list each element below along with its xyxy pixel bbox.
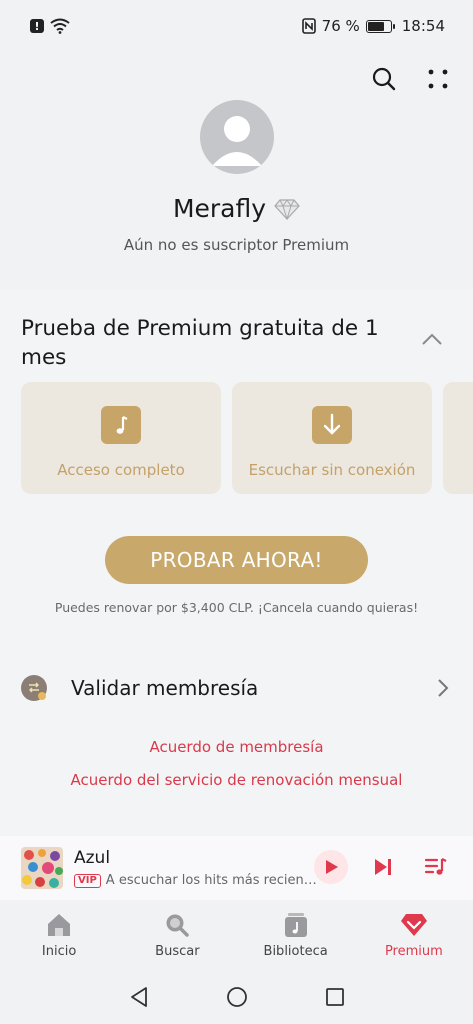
premium-diamond-icon: [400, 914, 427, 936]
vip-badge: VIP: [74, 873, 101, 888]
tab-biblioteca[interactable]: Biblioteca: [237, 900, 355, 970]
queue-icon[interactable]: [424, 856, 448, 878]
battery-percent: 76 %: [321, 17, 360, 35]
membership-swap-icon: [21, 675, 47, 701]
try-now-button[interactable]: PROBAR AHORA!: [105, 536, 368, 584]
benefit-card-full-access[interactable]: Acceso completo: [21, 382, 221, 494]
back-icon[interactable]: [128, 986, 150, 1008]
tab-label: Biblioteca: [263, 944, 328, 959]
benefit-cards: Acceso completo Escuchar sin conexión: [21, 382, 473, 494]
search-icon[interactable]: [371, 66, 397, 92]
validate-membership-row[interactable]: Validar membresía: [0, 670, 473, 706]
home-icon: [48, 914, 71, 936]
battery-icon: [365, 19, 395, 33]
recents-icon[interactable]: [325, 987, 345, 1007]
trial-title: Prueba de Premium gratuita de 1 mes: [21, 316, 379, 370]
library-icon: [284, 913, 307, 937]
nfc-icon: [301, 18, 316, 34]
validate-membership-label: Validar membresía: [71, 676, 259, 700]
tab-premium[interactable]: Premium: [355, 900, 473, 970]
subscription-status: Aún no es suscriptor Premium: [123, 236, 350, 254]
song-subtitle: A escuchar los hits más recien…: [105, 873, 317, 888]
play-icon: [326, 860, 338, 874]
tab-buscar[interactable]: Buscar: [118, 900, 236, 970]
benefit-card-next[interactable]: [443, 382, 473, 494]
download-icon: [312, 406, 352, 444]
bottom-tab-bar: Inicio Buscar Biblioteca Premium: [0, 900, 473, 970]
music-note-icon: [101, 406, 141, 444]
username: Merafly: [172, 194, 267, 223]
more-options-icon[interactable]: [427, 68, 449, 90]
renewal-agreement-link[interactable]: Acuerdo del servicio de renovación mensu…: [0, 771, 473, 789]
avatar[interactable]: [200, 100, 274, 174]
profile-header: Merafly Aún no es suscriptor Premium: [0, 52, 473, 290]
next-track-icon[interactable]: [372, 856, 394, 878]
system-nav-bar: [0, 970, 473, 1024]
tab-label: Premium: [384, 944, 443, 959]
benefit-card-offline[interactable]: Escuchar sin conexión: [232, 382, 432, 494]
diamond-badge-icon: [274, 198, 300, 220]
album-cover[interactable]: [21, 847, 63, 889]
tab-label: Inicio: [41, 944, 77, 959]
membership-agreement-link[interactable]: Acuerdo de membresía: [0, 738, 473, 756]
chevron-right-icon: [438, 679, 449, 697]
benefit-label: Escuchar sin conexión: [248, 461, 416, 479]
renew-note: Puedes renovar por $3,400 CLP. ¡Cancela …: [54, 600, 419, 615]
tab-inicio[interactable]: Inicio: [0, 900, 118, 970]
play-button[interactable]: [314, 850, 348, 884]
alert-icon: !: [30, 19, 44, 33]
wifi-icon: [50, 18, 70, 34]
mini-player[interactable]: Azul VIP A escuchar los hits más recien…: [0, 836, 473, 900]
clock: 18:54: [401, 17, 445, 35]
benefit-label: Acceso completo: [57, 461, 185, 479]
home-nav-icon[interactable]: [226, 986, 248, 1008]
tab-label: Buscar: [155, 944, 200, 959]
premium-panel: Prueba de Premium gratuita de 1 mes Acce…: [0, 290, 473, 836]
status-bar: ! 76 % 18:54: [0, 0, 473, 52]
search-icon: [166, 914, 190, 937]
chevron-up-icon[interactable]: [421, 332, 443, 346]
song-title: Azul: [74, 848, 111, 868]
